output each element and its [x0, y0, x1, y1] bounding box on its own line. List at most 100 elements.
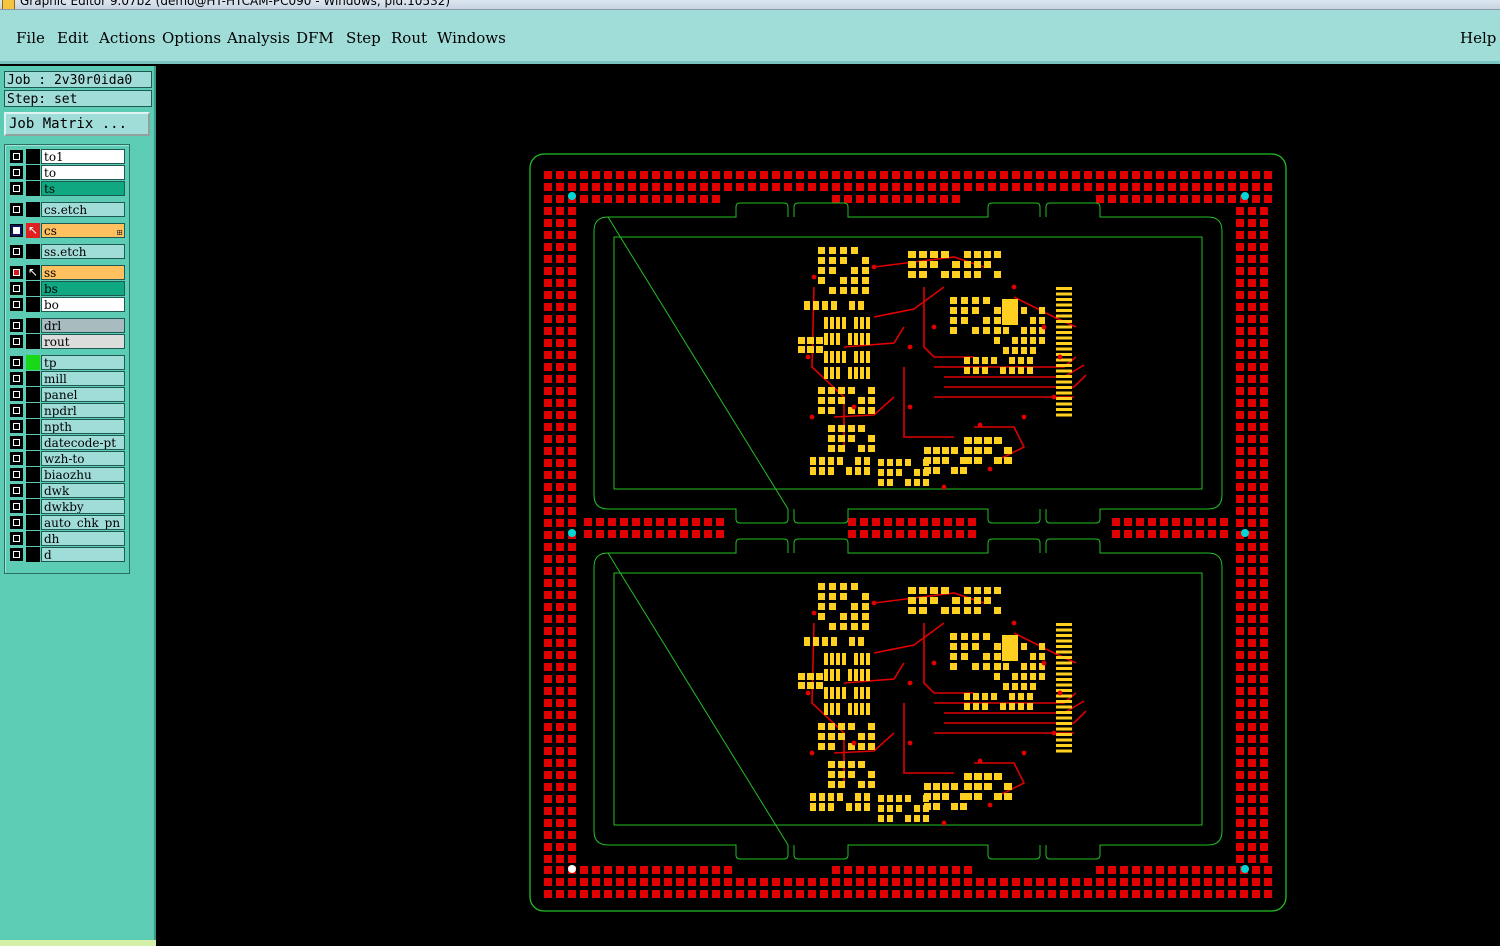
- layer-name-bo[interactable]: bo: [41, 297, 125, 312]
- layer-affected-checkbox[interactable]: [10, 372, 23, 385]
- layer-display-toggle[interactable]: [26, 499, 40, 514]
- layer-display-toggle[interactable]: [26, 547, 40, 562]
- layer-affected-checkbox[interactable]: [10, 388, 23, 401]
- menu-edit[interactable]: Edit: [57, 29, 88, 47]
- job-matrix-button[interactable]: Job Matrix ...: [4, 112, 150, 136]
- layer-display-toggle[interactable]: [26, 371, 40, 386]
- layer-affected-checkbox[interactable]: [10, 282, 23, 295]
- layer-name-ss-etch[interactable]: ss.etch: [41, 244, 125, 259]
- layer-affected-checkbox[interactable]: [10, 335, 23, 348]
- layer-row[interactable]: auto_chk_pn: [9, 515, 125, 530]
- layer-name-panel[interactable]: panel: [41, 387, 125, 402]
- layer-name-to[interactable]: to: [41, 165, 125, 180]
- layer-row[interactable]: datecode-pt: [9, 435, 125, 450]
- layer-display-toggle[interactable]: [26, 165, 40, 180]
- layer-display-toggle[interactable]: [26, 515, 40, 530]
- layer-display-toggle[interactable]: [26, 297, 40, 312]
- layer-row[interactable]: biaozhu: [9, 467, 125, 482]
- layer-row[interactable]: tp: [9, 355, 125, 370]
- layer-display-toggle[interactable]: [26, 244, 40, 259]
- layer-display-toggle[interactable]: [26, 419, 40, 434]
- layer-row[interactable]: panel: [9, 387, 125, 402]
- layer-display-toggle[interactable]: [26, 181, 40, 196]
- layer-name-tp[interactable]: tp: [41, 355, 125, 370]
- menu-windows[interactable]: Windows: [437, 29, 506, 47]
- layer-row[interactable]: cs.etch: [9, 202, 125, 217]
- layer-row[interactable]: dh: [9, 531, 125, 546]
- layer-affected-checkbox[interactable]: [10, 245, 23, 258]
- layer-name-dh[interactable]: dh: [41, 531, 125, 546]
- menu-analysis[interactable]: Analysis: [227, 29, 290, 47]
- layer-display-toggle[interactable]: ↖: [26, 223, 40, 238]
- layer-name-npth[interactable]: npth: [41, 419, 125, 434]
- layer-name-wzh-to[interactable]: wzh-to: [41, 451, 125, 466]
- layer-affected-checkbox[interactable]: [10, 356, 23, 369]
- menu-rout[interactable]: Rout: [391, 29, 427, 47]
- layer-affected-checkbox[interactable]: [10, 404, 23, 417]
- layer-affected-checkbox[interactable]: [10, 420, 23, 433]
- layer-affected-checkbox[interactable]: [10, 548, 23, 561]
- layer-row[interactable]: rout: [9, 334, 125, 349]
- layer-affected-checkbox[interactable]: [10, 436, 23, 449]
- layer-name-datecode-pt[interactable]: datecode-pt: [41, 435, 125, 450]
- layer-name-dwkby[interactable]: dwkby: [41, 499, 125, 514]
- layer-row[interactable]: ts: [9, 181, 125, 196]
- layer-name-auto-chk-pn[interactable]: auto_chk_pn: [41, 515, 125, 530]
- menu-help[interactable]: Help: [1460, 29, 1496, 47]
- layer-row[interactable]: to1: [9, 149, 125, 164]
- layer-affected-checkbox[interactable]: [10, 224, 23, 237]
- layer-name-ss[interactable]: ss: [41, 265, 125, 280]
- layer-row[interactable]: drl: [9, 318, 125, 333]
- layer-affected-checkbox[interactable]: [10, 203, 23, 216]
- layer-row[interactable]: ↖ ss: [9, 265, 125, 280]
- layer-name-npdrl[interactable]: npdrl: [41, 403, 125, 418]
- graphic-canvas[interactable]: [156, 66, 1500, 946]
- layer-name-cs[interactable]: cs ⊞: [41, 223, 125, 238]
- layer-row[interactable]: to: [9, 165, 125, 180]
- layer-display-toggle[interactable]: [26, 403, 40, 418]
- layer-affected-checkbox[interactable]: [10, 532, 23, 545]
- layer-row[interactable]: dwk: [9, 483, 125, 498]
- layer-row[interactable]: ↖ cs ⊞: [9, 223, 125, 238]
- layer-row[interactable]: dwkby: [9, 499, 125, 514]
- layer-display-toggle[interactable]: [26, 149, 40, 164]
- layer-display-toggle[interactable]: [26, 355, 40, 370]
- layer-name-rout[interactable]: rout: [41, 334, 125, 349]
- layer-affected-checkbox[interactable]: [10, 319, 23, 332]
- menu-actions[interactable]: Actions: [99, 29, 155, 47]
- layer-affected-checkbox[interactable]: [10, 516, 23, 529]
- layer-affected-checkbox[interactable]: [10, 484, 23, 497]
- menu-options[interactable]: Options: [162, 29, 221, 47]
- layer-display-toggle[interactable]: [26, 451, 40, 466]
- layer-affected-checkbox[interactable]: [10, 150, 23, 163]
- layer-name-d[interactable]: d: [41, 547, 125, 562]
- layer-display-toggle[interactable]: [26, 387, 40, 402]
- layer-affected-checkbox[interactable]: [10, 266, 23, 279]
- layer-display-toggle[interactable]: [26, 483, 40, 498]
- layer-row[interactable]: npth: [9, 419, 125, 434]
- layer-display-toggle[interactable]: ↖: [26, 265, 40, 280]
- layer-row[interactable]: bs: [9, 281, 125, 296]
- layer-affected-checkbox[interactable]: [10, 500, 23, 513]
- layer-row[interactable]: bo: [9, 297, 125, 312]
- layer-display-toggle[interactable]: [26, 202, 40, 217]
- menu-step[interactable]: Step: [346, 29, 381, 47]
- layer-display-toggle[interactable]: [26, 318, 40, 333]
- layer-display-toggle[interactable]: [26, 531, 40, 546]
- layer-name-dwk[interactable]: dwk: [41, 483, 125, 498]
- layer-name-drl[interactable]: drl: [41, 318, 125, 333]
- layer-row[interactable]: mill: [9, 371, 125, 386]
- layer-name-cs-etch[interactable]: cs.etch: [41, 202, 125, 217]
- menu-dfm[interactable]: DFM: [296, 29, 334, 47]
- layer-name-bs[interactable]: bs: [41, 281, 125, 296]
- layer-name-to1[interactable]: to1: [41, 149, 125, 164]
- layer-display-toggle[interactable]: [26, 281, 40, 296]
- layer-affected-checkbox[interactable]: [10, 452, 23, 465]
- layer-affected-checkbox[interactable]: [10, 468, 23, 481]
- layer-affected-checkbox[interactable]: [10, 298, 23, 311]
- layer-row[interactable]: wzh-to: [9, 451, 125, 466]
- layer-display-toggle[interactable]: [26, 334, 40, 349]
- layer-name-mill[interactable]: mill: [41, 371, 125, 386]
- menu-file[interactable]: File: [16, 29, 45, 47]
- layer-display-toggle[interactable]: [26, 467, 40, 482]
